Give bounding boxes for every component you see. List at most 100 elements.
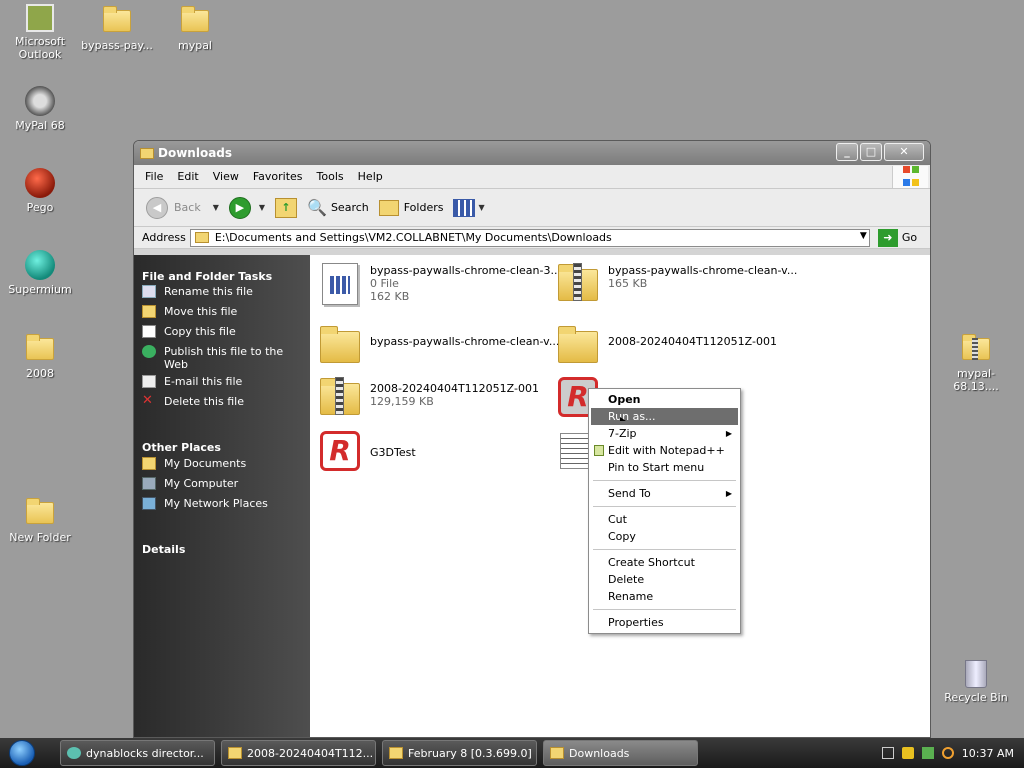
place-my-documents[interactable]: My Documents	[134, 457, 310, 477]
file-item[interactable]: bypass-paywalls-chrome-clean-3.... 0 Fil…	[316, 261, 564, 305]
file-item[interactable]: bypass-paywalls-chrome-clean-v...	[316, 323, 559, 367]
back-dropdown-icon[interactable]: ▼	[213, 203, 219, 212]
ctx-rename[interactable]: Rename	[591, 588, 738, 605]
zip-folder-icon	[228, 747, 242, 759]
file-folder-tasks-title[interactable]: File and Folder Tasks	[134, 255, 310, 285]
desktop-icon-mypal-folder[interactable]: mypal	[155, 4, 235, 52]
desktop-icon-mypal68[interactable]: MyPal 68	[0, 86, 80, 132]
place-label: My Computer	[164, 477, 239, 490]
task-copy[interactable]: Copy this file	[134, 325, 310, 345]
file-item[interactable]: bypass-paywalls-chrome-clean-v... 165 KB	[554, 261, 797, 305]
folder-icon	[178, 4, 212, 36]
desktop-icon-label: Recycle Bin	[944, 691, 1008, 704]
folders-button[interactable]: Folders	[378, 199, 443, 216]
place-label: My Network Places	[164, 497, 268, 510]
menu-help[interactable]: Help	[351, 170, 390, 183]
shield-icon[interactable]	[901, 747, 914, 759]
maximize-button[interactable]: □	[860, 143, 882, 161]
address-dropdown-icon[interactable]: ▼	[860, 231, 867, 241]
place-my-computer[interactable]: My Computer	[134, 477, 310, 497]
go-button[interactable]: ➜ Go	[877, 228, 918, 247]
file-item[interactable]: R G3DTest	[316, 429, 416, 473]
ctx-run-as[interactable]: Run as...	[591, 408, 738, 425]
search-button[interactable]: 🔍 Search	[307, 198, 369, 217]
details-title[interactable]: Details	[134, 517, 310, 556]
close-button[interactable]: ✕	[884, 143, 924, 161]
menu-view[interactable]: View	[206, 170, 246, 183]
other-places-title[interactable]: Other Places	[134, 415, 310, 457]
desktop-icon-bypass[interactable]: bypass-pay...	[77, 4, 157, 52]
zip-folder-icon	[959, 332, 993, 364]
task-move[interactable]: Move this file	[134, 305, 310, 325]
ctx-delete[interactable]: Delete	[591, 571, 738, 588]
raccoon-icon	[25, 86, 55, 116]
desktop-icon-label: mypal	[177, 39, 212, 52]
menu-separator	[593, 549, 736, 550]
task-email[interactable]: E-mail this file	[134, 375, 310, 395]
keyboard-icon[interactable]	[881, 747, 894, 759]
task-publish[interactable]: Publish this file to the Web	[134, 345, 310, 375]
taskbar-item-active[interactable]: Downloads	[543, 740, 698, 766]
desktop-icon-supermium[interactable]: Supermium	[0, 250, 80, 296]
taskbar-item[interactable]: February 8 [0.3.699.0]	[382, 740, 537, 766]
ctx-copy[interactable]: Copy	[591, 528, 738, 545]
forward-arrow-icon[interactable]: ▶	[228, 196, 251, 219]
search-icon[interactable]	[941, 747, 954, 759]
ctx-7zip[interactable]: 7-Zip ▶	[591, 425, 738, 442]
network-icon[interactable]	[921, 747, 934, 759]
ctx-notepadpp[interactable]: Edit with Notepad++	[591, 442, 738, 459]
taskbar-item[interactable]: dynablocks director...	[60, 740, 215, 766]
menu-edit[interactable]: Edit	[170, 170, 205, 183]
address-input[interactable]: E:\Documents and Settings\VM2.COLLABNET\…	[189, 228, 870, 247]
clock[interactable]: 10:37 AM	[962, 747, 1014, 760]
start-button[interactable]	[0, 738, 44, 768]
go-label: Go	[901, 231, 918, 244]
desktop-icon-recycle-bin[interactable]: Recycle Bin	[936, 660, 1016, 704]
folder-icon	[140, 147, 154, 159]
task-delete[interactable]: ✕ Delete this file	[134, 394, 310, 415]
ctx-cut[interactable]: Cut	[591, 511, 738, 528]
views-icon	[453, 198, 476, 217]
back-button[interactable]: ◀ Back	[146, 196, 201, 219]
ctx-properties[interactable]: Properties	[591, 614, 738, 631]
globe-icon	[142, 345, 156, 358]
network-icon	[142, 497, 156, 510]
ctx-send-to[interactable]: Send To ▶	[591, 485, 738, 502]
desktop-icon-outlook[interactable]: Microsoft Outlook	[0, 4, 80, 61]
task-label: Copy this file	[164, 325, 236, 338]
file-name: G3DTest	[370, 446, 416, 459]
desktop-icon-2008[interactable]: 2008	[0, 332, 80, 380]
forward-dropdown-icon[interactable]: ▼	[259, 203, 265, 212]
ctx-open[interactable]: Open	[591, 391, 738, 408]
window-title: Downloads	[158, 146, 233, 160]
place-network[interactable]: My Network Places	[134, 497, 310, 517]
task-rename[interactable]: Rename this file	[134, 285, 310, 305]
ctx-pin-start[interactable]: Pin to Start menu	[591, 459, 738, 476]
desktop-icon-label: New Folder	[9, 531, 71, 544]
menu-file[interactable]: File	[138, 170, 170, 183]
outlook-icon	[26, 4, 54, 32]
document-icon	[316, 261, 364, 305]
task-label: Move this file	[164, 305, 238, 318]
taskbar-item[interactable]: 2008-20240404T112...	[221, 740, 376, 766]
task-label: Publish this file to the Web	[164, 345, 284, 371]
desktop-icon-new-folder[interactable]: New Folder	[0, 496, 80, 544]
menu-favorites[interactable]: Favorites	[246, 170, 310, 183]
desktop-icon-pego[interactable]: Pego	[0, 168, 80, 214]
taskbar-item-label: Downloads	[569, 746, 630, 760]
views-button[interactable]: ▼	[453, 198, 494, 217]
file-item[interactable]: 2008-20240404T112051Z-001 129,159 KB	[316, 375, 539, 419]
desktop-icon-label: mypal-68.13....	[953, 367, 999, 393]
ctx-create-shortcut[interactable]: Create Shortcut	[591, 554, 738, 571]
minimize-button[interactable]: _	[836, 143, 858, 161]
file-item[interactable]: 2008-20240404T112051Z-001	[554, 323, 777, 367]
title-bar[interactable]: Downloads _ □ ✕	[134, 141, 930, 165]
task-pane: File and Folder Tasks Rename this file M…	[134, 255, 310, 737]
folder-icon	[142, 457, 156, 470]
up-folder-button[interactable]: ↑	[275, 197, 298, 218]
menu-tools[interactable]: Tools	[310, 170, 351, 183]
notepadpp-icon	[594, 445, 604, 456]
file-size: 165 KB	[608, 277, 648, 290]
ctx-label: 7-Zip	[608, 427, 637, 440]
desktop-icon-mypal-zip[interactable]: mypal-68.13....	[936, 332, 1016, 393]
